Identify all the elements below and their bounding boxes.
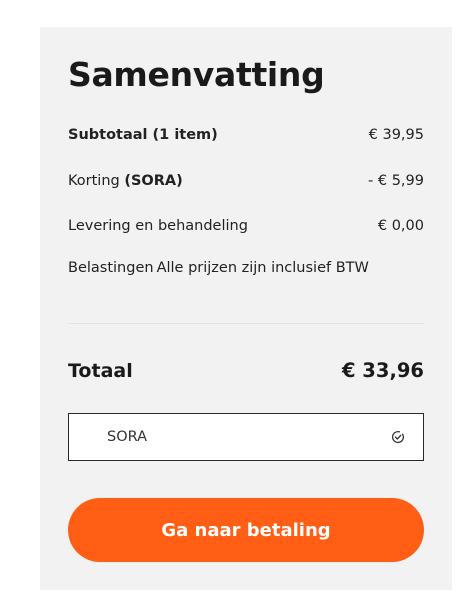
shipping-value: € 0,00 — [377, 218, 424, 234]
check-circle-icon[interactable] — [391, 430, 405, 444]
shipping-row: Levering en behandeling € 0,00 — [68, 218, 424, 234]
discount-label-group: Korting (SORA) — [68, 173, 183, 189]
tax-label: Belastingen — [68, 260, 154, 276]
discount-label: Korting — [68, 173, 120, 189]
discount-row: Korting (SORA) - € 5,99 — [68, 173, 424, 189]
subtotal-row: Subtotaal (1 item) € 39,95 — [68, 127, 424, 143]
tax-row: Belastingen Alle prijzen zijn inclusief B… — [68, 260, 428, 276]
tax-note: Alle prijzen zijn inclusief BTW — [156, 260, 369, 276]
total-label: Totaal — [68, 360, 133, 382]
total-value: € 33,96 — [341, 359, 424, 382]
coupon-field[interactable]: SORA — [68, 413, 424, 461]
coupon-code: SORA — [107, 429, 148, 445]
discount-code: (SORA) — [124, 173, 183, 189]
order-summary-panel: Samenvatting Subtotaal (1 item) € 39,95 … — [40, 27, 452, 590]
subtotal-label: Subtotaal (1 item) — [68, 127, 218, 143]
subtotal-value: € 39,95 — [368, 127, 424, 143]
discount-value: - € 5,99 — [368, 173, 424, 189]
shipping-label: Levering en behandeling — [68, 218, 248, 234]
divider — [68, 323, 424, 324]
checkout-button[interactable]: Ga naar betaling — [68, 498, 424, 562]
total-row: Totaal € 33,96 — [68, 359, 424, 382]
summary-title: Samenvatting — [68, 55, 325, 94]
